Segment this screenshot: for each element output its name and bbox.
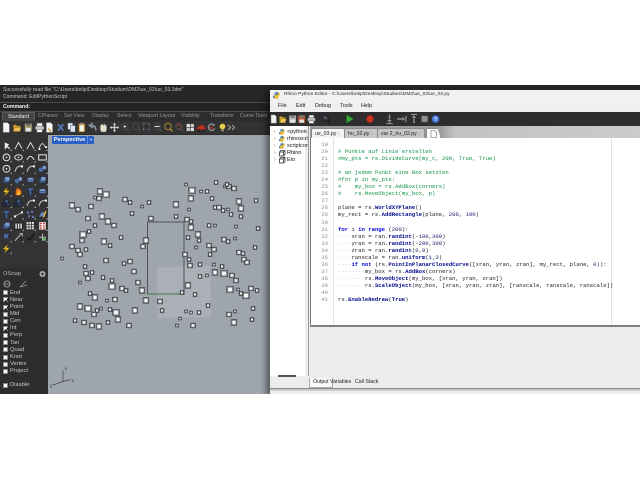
svg-text:x: x bbox=[65, 367, 68, 372]
svg-text:y: y bbox=[50, 384, 53, 389]
svg-text:z: z bbox=[72, 379, 75, 384]
